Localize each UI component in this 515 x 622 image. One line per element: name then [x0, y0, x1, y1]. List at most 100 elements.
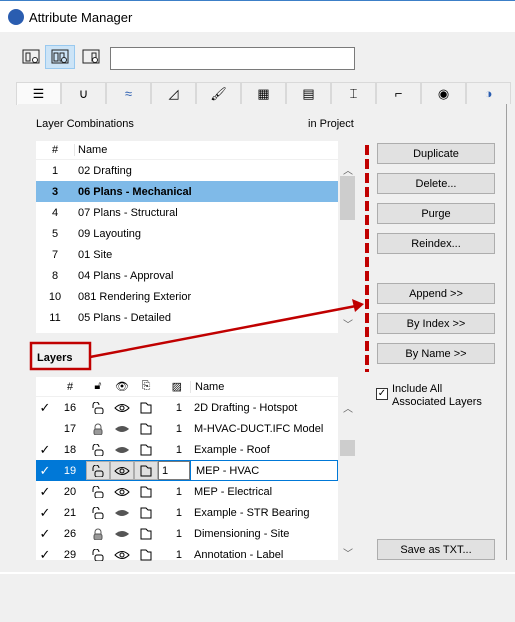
append-button[interactable]: Append >>: [377, 283, 495, 304]
combination-row[interactable]: 5 09 Layouting: [36, 223, 338, 244]
layer-row[interactable]: ✓ 29 1 Annotation - Label: [36, 544, 338, 565]
row-name: Example - Roof: [194, 443, 270, 456]
tab-line-types[interactable]: ≈: [106, 82, 151, 104]
include-all-checkbox[interactable]: ✓: [376, 388, 388, 400]
combination-row[interactable]: 3 06 Plans - Mechanical: [36, 181, 338, 202]
eye-open-icon[interactable]: [110, 398, 134, 417]
eye-hidden-icon[interactable]: [110, 440, 134, 459]
layer-row[interactable]: ✓ 18 1 Example - Roof: [36, 439, 338, 460]
scrollbar-thumb[interactable]: [340, 440, 355, 456]
layer-row[interactable]: ✓ 16 1 2D Drafting - Hotspot: [36, 397, 338, 418]
lock-open-icon[interactable]: [86, 545, 110, 564]
lock-closed-icon[interactable]: [86, 419, 110, 438]
wireframe-icon[interactable]: [134, 461, 158, 480]
wireframe-icon[interactable]: [134, 503, 158, 522]
wireframe-icon[interactable]: [134, 524, 158, 543]
pen-number[interactable]: 1: [158, 402, 190, 414]
tab-composites[interactable]: ▤: [286, 82, 331, 104]
check-icon[interactable]: ✓: [36, 484, 54, 500]
pen-number[interactable]: 1: [158, 486, 190, 498]
combination-row[interactable]: 7 01 Site: [36, 244, 338, 265]
tab-more[interactable]: ◑: [466, 82, 511, 104]
lock-closed-icon[interactable]: [86, 524, 110, 543]
lock-open-icon[interactable]: [86, 440, 110, 459]
combination-row[interactable]: 4 07 Plans - Structural: [36, 202, 338, 223]
combination-row[interactable]: 11 05 Plans - Detailed: [36, 307, 338, 328]
tab-zone-categories[interactable]: ⌐: [376, 82, 421, 104]
lock-header-icon[interactable]: 🔓︎: [86, 377, 110, 396]
lock-open-icon[interactable]: [86, 461, 110, 480]
layer-row[interactable]: ✓ 19 1 MEP - HVAC: [36, 460, 338, 481]
layer-row[interactable]: ✓ 26 1 Dimensioning - Site: [36, 523, 338, 544]
lock-open-icon[interactable]: [86, 398, 110, 417]
combination-row[interactable]: 8 04 Plans - Approval: [36, 265, 338, 286]
lock-open-icon[interactable]: [86, 503, 110, 522]
eye-hidden-icon[interactable]: [110, 419, 134, 438]
tab-pens[interactable]: ∪: [61, 82, 106, 104]
left-panel-search-button[interactable]: [18, 45, 44, 69]
tab-locations[interactable]: ◉: [421, 82, 466, 104]
row-num: 18: [63, 443, 77, 456]
lock-open-icon[interactable]: [86, 482, 110, 501]
both-panels-search-button[interactable]: [45, 45, 75, 69]
wireframe-header-icon[interactable]: ⎘: [134, 377, 158, 396]
duplicate-button[interactable]: Duplicate: [377, 143, 495, 164]
eye-hidden-icon[interactable]: [110, 503, 134, 522]
tab-surfaces[interactable]: 🖌: [196, 82, 241, 104]
delete-button[interactable]: Delete...: [377, 173, 495, 194]
layer-combinations-list[interactable]: # Name 1 02 Drafting 3 06 Plans - Mechanical…: [36, 141, 338, 333]
layer-row[interactable]: ✓ 21 1 Example - STR Bearing: [36, 502, 338, 523]
eye-hidden-icon[interactable]: [110, 524, 134, 543]
wireframe-icon[interactable]: [134, 545, 158, 564]
scroll-down-icon[interactable]: ﹀: [343, 545, 353, 560]
purge-button[interactable]: Purge: [377, 203, 495, 224]
layer-row[interactable]: ✓ 20 1 MEP - Electrical: [36, 481, 338, 502]
pen-number[interactable]: 1: [158, 461, 190, 480]
layers-list[interactable]: # 🔓︎ 👁︎ ⎘ ▨ Name ✓ 16 1 2D Drafting - Ho…: [36, 377, 338, 562]
right-panel-search-button[interactable]: [78, 45, 104, 69]
by-index-button[interactable]: By Index >>: [377, 313, 495, 334]
pen-number[interactable]: 1: [158, 444, 190, 456]
col-name-header[interactable]: Name: [74, 144, 107, 156]
combination-row[interactable]: 10 081 Rendering Exterior: [36, 286, 338, 307]
layers-label: Layers: [37, 352, 73, 364]
pen-number[interactable]: 1: [158, 528, 190, 540]
check-icon[interactable]: ✓: [36, 400, 54, 416]
wireframe-icon[interactable]: [134, 419, 158, 438]
wireframe-icon[interactable]: [134, 398, 158, 417]
reindex-button[interactable]: Reindex...: [377, 233, 495, 254]
tab-fills[interactable]: ◿: [151, 82, 196, 104]
tab-building-materials[interactable]: ▦: [241, 82, 286, 104]
wireframe-icon[interactable]: [134, 440, 158, 459]
scroll-down-icon[interactable]: ﹀: [343, 316, 353, 331]
eye-open-icon[interactable]: [110, 461, 134, 480]
save-as-txt-button[interactable]: Save as TXT...: [377, 539, 495, 560]
scroll-up-icon[interactable]: ︿: [343, 400, 353, 415]
row-num: 16: [63, 401, 77, 414]
pen-number[interactable]: 1: [158, 549, 190, 561]
layer-name-input[interactable]: MEP - HVAC: [190, 460, 338, 481]
search-input[interactable]: [110, 47, 355, 70]
wireframe-icon[interactable]: [134, 482, 158, 501]
eye-open-icon[interactable]: [110, 482, 134, 501]
check-icon[interactable]: ✓: [36, 505, 54, 521]
row-num: 7: [51, 248, 59, 261]
visibility-header-icon[interactable]: 👁︎: [110, 377, 134, 396]
layer-row[interactable]: 17 1 M-HVAC-DUCT.IFC Model: [36, 418, 338, 439]
by-name-button[interactable]: By Name >>: [377, 343, 495, 364]
tab-layers[interactable]: ☰: [16, 82, 61, 105]
tab-profiles[interactable]: ⌶: [331, 82, 376, 104]
scroll-up-icon[interactable]: ︿: [343, 162, 353, 177]
pen-number[interactable]: 1: [158, 507, 190, 519]
col-name-header[interactable]: Name: [190, 380, 338, 393]
scrollbar-thumb[interactable]: [340, 176, 355, 220]
check-icon[interactable]: ✓: [36, 547, 54, 563]
row-name: 05 Plans - Detailed: [78, 311, 171, 324]
check-icon[interactable]: ✓: [36, 463, 54, 479]
check-icon[interactable]: ✓: [36, 526, 54, 542]
check-icon[interactable]: ✓: [36, 442, 54, 458]
pen-number[interactable]: 1: [158, 423, 190, 435]
combination-row[interactable]: 1 02 Drafting: [36, 160, 338, 181]
pen-header-icon[interactable]: ▨: [158, 380, 190, 393]
eye-open-icon[interactable]: [110, 545, 134, 564]
